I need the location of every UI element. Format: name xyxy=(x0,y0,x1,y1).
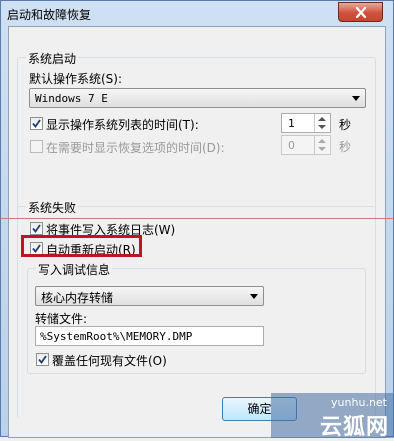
dump-file-input[interactable]: %SystemRoot%\MEMORY.DMP xyxy=(35,326,264,346)
dialog-window: 启动和故障恢复 系统启动 默认操作系统(S): Windows 7 E 显示操作… xyxy=(0,0,394,440)
show-os-list-unit: 秒 xyxy=(339,118,352,132)
spinner-buttons[interactable] xyxy=(314,136,330,154)
highlight-box xyxy=(21,235,142,257)
overwrite-label: 覆盖任何现有文件(O) xyxy=(52,354,167,368)
write-event-checkbox[interactable] xyxy=(30,222,43,235)
checkmark-icon xyxy=(38,355,47,364)
show-recovery-spinner[interactable]: 0 xyxy=(281,135,331,155)
title-bar[interactable]: 启动和故障恢复 xyxy=(1,1,393,25)
system-startup-group-title: 系统启动 xyxy=(26,50,79,67)
dump-type-value: 核心内存转储 xyxy=(41,291,114,305)
show-os-list-value: 1 xyxy=(288,117,295,130)
chevron-down-icon xyxy=(250,294,258,299)
show-recovery-unit: 秒 xyxy=(339,140,352,154)
watermark-logo: 云狐网 xyxy=(319,415,389,440)
checkmark-icon xyxy=(32,224,41,233)
show-os-list-spinner[interactable]: 1 xyxy=(281,113,331,133)
watermark-url: yunhu.net xyxy=(331,396,387,409)
spin-up-icon[interactable] xyxy=(318,139,326,143)
watermark: yunhu.net 云狐网 xyxy=(271,393,394,440)
spin-down-icon[interactable] xyxy=(318,125,326,129)
show-os-list-checkbox[interactable] xyxy=(30,117,43,130)
dump-file-value: %SystemRoot%\MEMORY.DMP xyxy=(40,330,193,343)
show-os-list-label: 显示操作系统列表的时间(T): xyxy=(46,118,199,132)
dump-file-label: 转储文件: xyxy=(35,312,88,326)
spin-down-icon[interactable] xyxy=(318,147,326,151)
dialog-client-area: 系统启动 默认操作系统(S): Windows 7 E 显示操作系统列表的时间(… xyxy=(8,26,386,438)
show-recovery-checkbox[interactable] xyxy=(30,140,43,153)
checkmark-icon xyxy=(32,119,41,128)
dump-type-select[interactable]: 核心内存转储 xyxy=(35,286,264,306)
close-button[interactable] xyxy=(338,2,383,22)
show-recovery-label: 在需要时显示恢复选项的时间(D): xyxy=(46,141,225,155)
window-title: 启动和故障恢复 xyxy=(7,8,92,22)
overwrite-checkbox[interactable] xyxy=(36,353,49,366)
spin-up-icon[interactable] xyxy=(318,117,326,121)
annotation-line xyxy=(1,218,394,219)
show-recovery-value: 0 xyxy=(288,139,295,152)
default-os-value: Windows 7 E xyxy=(35,92,108,105)
default-os-label: 默认操作系统(S): xyxy=(29,72,123,86)
chevron-down-icon xyxy=(352,96,360,101)
default-os-select[interactable]: Windows 7 E xyxy=(29,88,366,108)
system-failure-group-title: 系统失败 xyxy=(26,199,79,216)
spinner-buttons[interactable] xyxy=(314,114,330,132)
close-icon xyxy=(355,6,366,18)
debug-info-group-title: 写入调试信息 xyxy=(36,261,113,278)
